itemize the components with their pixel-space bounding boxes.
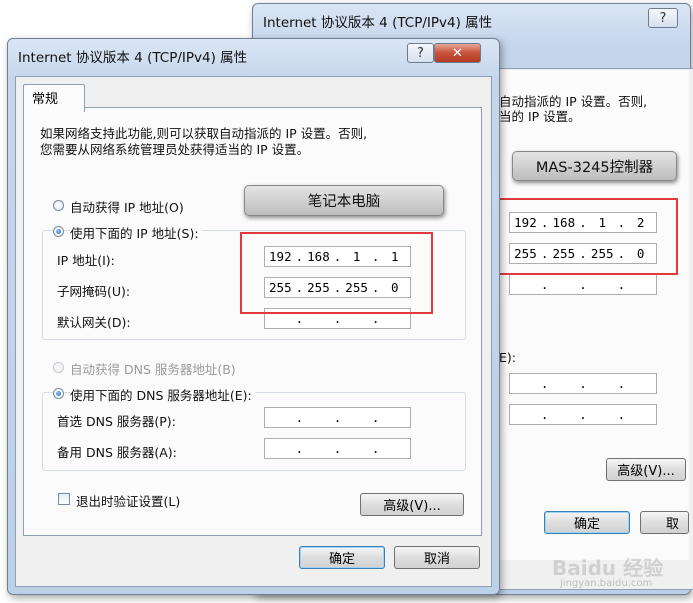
manual-ip-label: 使用下面的 IP 地址(S): xyxy=(70,223,202,242)
back-help-icon[interactable]: ? xyxy=(648,8,678,28)
back-alternate-dns-field[interactable]: ... xyxy=(509,404,657,425)
auto-dns-radio[interactable] xyxy=(53,362,64,373)
front-dialog-title: Internet 协议版本 4 (TCP/IPv4) 属性 xyxy=(18,50,248,66)
intro-text-line2: 您需要从网络系统管理员处获得适当的 IP 设置。 xyxy=(40,142,310,157)
baidu-watermark-url: jingyan.baidu.com xyxy=(560,578,653,589)
tab-general[interactable]: 常规 xyxy=(23,84,85,112)
default-gateway-label: 默认网关(D): xyxy=(57,315,131,330)
front-device-label: 笔记本电脑 xyxy=(244,185,444,216)
ok-button[interactable]: 确定 xyxy=(299,546,385,569)
cancel-button[interactable]: 取消 xyxy=(394,546,480,569)
back-dialog-titlebar[interactable]: Internet 协议版本 4 (TCP/IPv4) 属性 ? xyxy=(253,4,690,32)
back-preferred-dns-field[interactable]: ... xyxy=(509,373,657,394)
ip-address-label: IP 地址(I): xyxy=(57,253,115,268)
baidu-watermark: Baidu 经验 xyxy=(552,556,664,580)
back-highlight-box xyxy=(497,198,678,275)
subnet-mask-label: 子网掩码(U): xyxy=(57,284,131,299)
front-dialog-titlebar[interactable]: Internet 协议版本 4 (TCP/IPv4) 属性 ? ✕ xyxy=(8,39,499,67)
back-device-label: MAS-3245控制器 xyxy=(512,151,677,181)
front-highlight-box xyxy=(240,232,433,314)
manual-dns-label: 使用下面的 DNS 服务器地址(E): xyxy=(70,385,255,404)
advanced-button[interactable]: 高级(V)... xyxy=(360,493,464,516)
front-help-icon[interactable]: ? xyxy=(407,43,434,63)
back-dialog-title: Internet 协议版本 4 (TCP/IPv4) 属性 xyxy=(263,15,493,31)
back-advanced-button[interactable]: 高级(V)... xyxy=(606,458,686,481)
back-dialog-panel xyxy=(494,70,689,560)
back-ok-button[interactable]: 确定 xyxy=(544,511,630,534)
back-intro-line2: 当的 IP 设置。 xyxy=(499,109,581,124)
auto-ip-radio[interactable] xyxy=(53,200,64,211)
auto-dns-label: 自动获得 DNS 服务器地址(B) xyxy=(70,362,236,377)
validate-settings-label: 退出时验证设置(L) xyxy=(76,494,181,509)
back-gateway-field[interactable]: ... xyxy=(509,274,657,295)
validate-settings-checkbox[interactable] xyxy=(58,493,70,505)
front-close-icon[interactable]: ✕ xyxy=(434,43,481,63)
preferred-dns-label: 首选 DNS 服务器(P): xyxy=(57,414,176,429)
back-cancel-button[interactable]: 取 xyxy=(640,511,689,534)
manual-dns-radio[interactable] xyxy=(53,388,64,399)
alternate-dns-field[interactable]: ... xyxy=(264,438,411,459)
preferred-dns-field[interactable]: ... xyxy=(264,407,411,428)
alternate-dns-label: 备用 DNS 服务器(A): xyxy=(57,445,177,460)
auto-ip-label: 自动获得 IP 地址(O) xyxy=(70,200,184,215)
back-dns-label-fragment: E): xyxy=(499,350,516,365)
manual-ip-radio[interactable] xyxy=(53,226,64,237)
